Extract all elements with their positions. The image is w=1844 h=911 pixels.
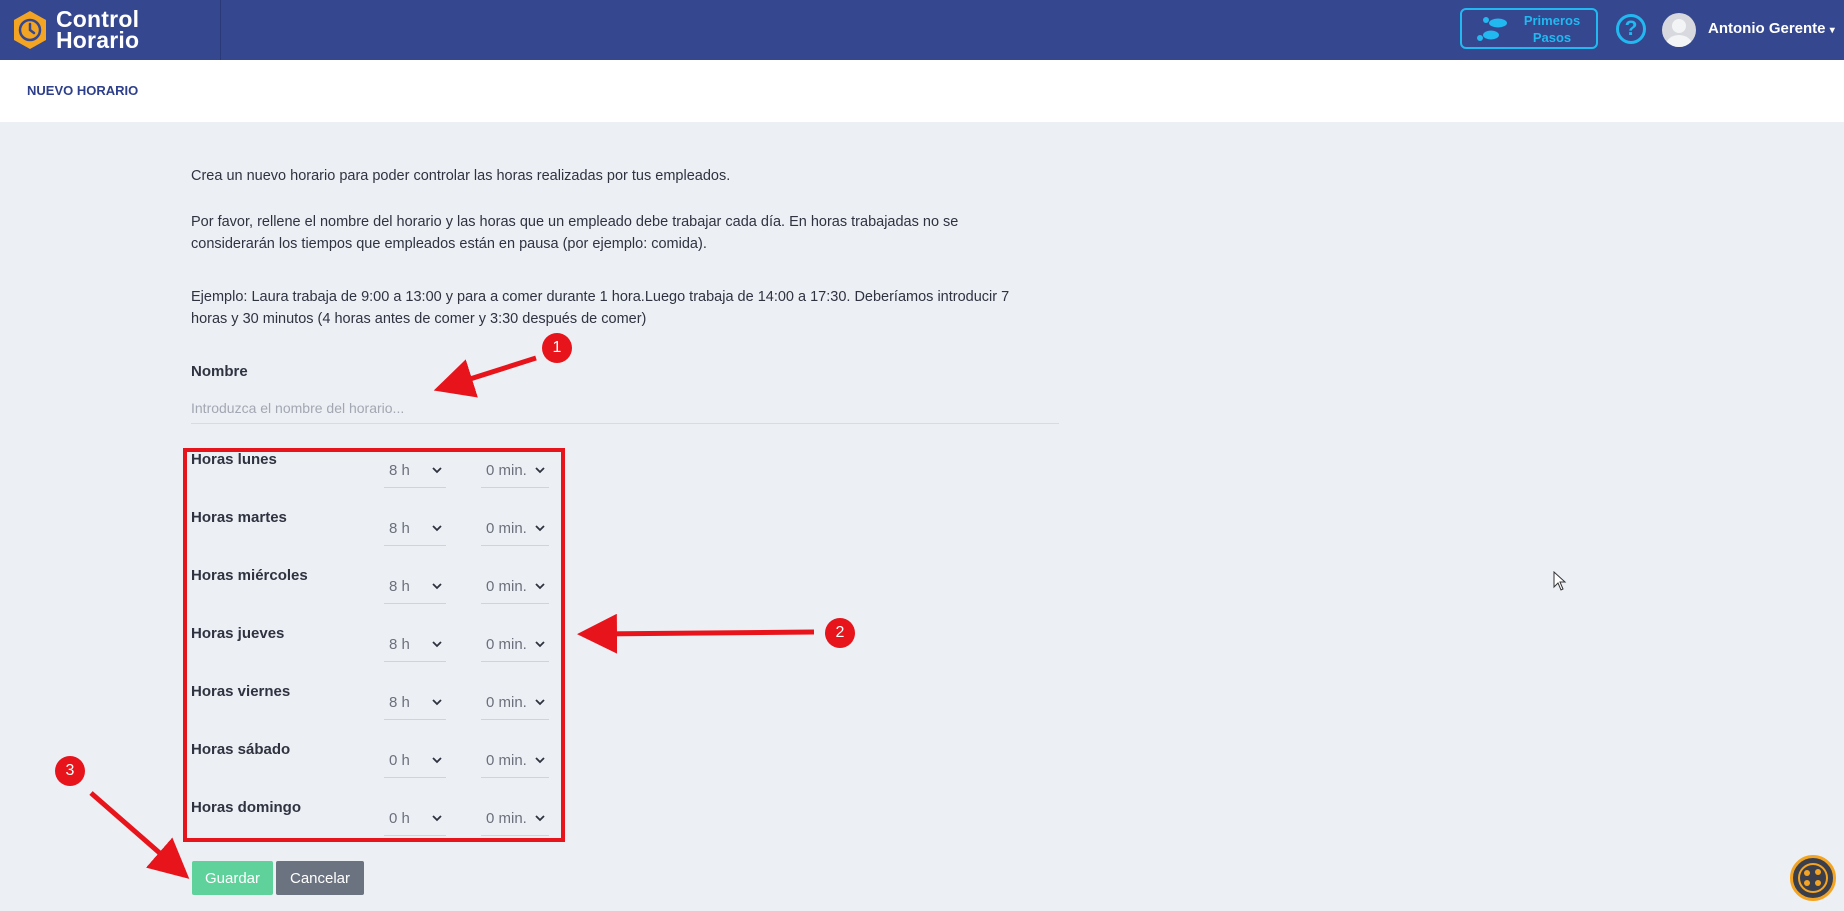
chat-widget-button[interactable] xyxy=(1790,855,1836,901)
arrow-1 xyxy=(433,355,537,398)
annotation-arrows xyxy=(89,355,815,879)
mouse-cursor-icon xyxy=(1553,571,1567,591)
annotation-badge-2: 2 xyxy=(825,618,855,648)
arrow-3 xyxy=(89,791,190,879)
arrow-2 xyxy=(577,613,815,654)
save-button[interactable]: Guardar xyxy=(192,861,273,895)
annotation-badge-3: 3 xyxy=(55,756,85,786)
dots-widget-icon xyxy=(1798,863,1828,893)
annotation-badge-1: 1 xyxy=(542,333,572,363)
cancel-button[interactable]: Cancelar xyxy=(276,861,364,895)
